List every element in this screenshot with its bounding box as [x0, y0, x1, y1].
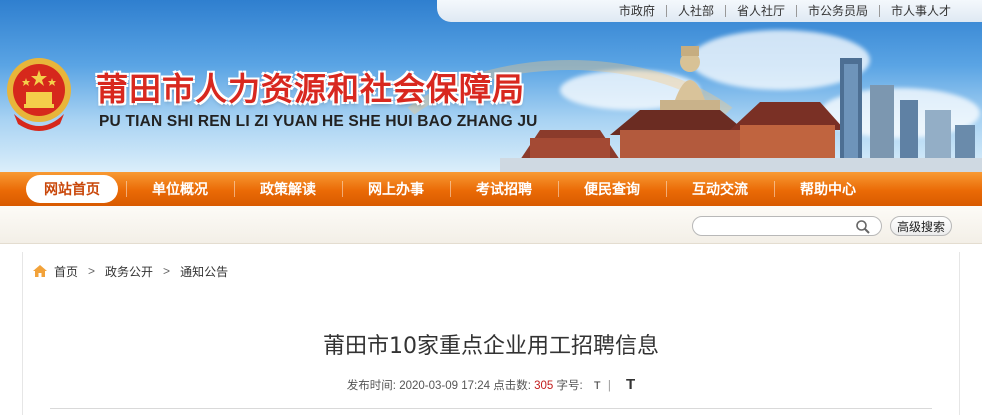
breadcrumb-government-affairs[interactable]: 政务公开	[105, 263, 153, 280]
top-link-province-department[interactable]: 省人社厅	[724, 5, 796, 17]
nav-item-interaction[interactable]: 互动交流	[666, 172, 774, 206]
national-emblem-icon	[7, 58, 71, 131]
site-title: 莆田市人力资源和社会保障局	[96, 70, 526, 108]
top-link-ministry[interactable]: 人社部	[665, 5, 725, 17]
nav-item-home[interactable]: 网站首页	[18, 172, 126, 215]
breadcrumb: 首页 > 政务公开 > 通知公告	[22, 256, 960, 286]
nav-item-policy[interactable]: 政策解读	[234, 172, 342, 206]
nav-item-help-center[interactable]: 帮助中心	[774, 172, 882, 206]
article-meta: 发布时间: 2020-03-09 17:24 点击数: 305 字号: T | …	[0, 376, 982, 393]
click-count-label: 点击数:	[493, 380, 531, 392]
breadcrumb-separator: >	[163, 264, 171, 278]
nav-item-exams-recruitment[interactable]: 考试招聘	[450, 172, 558, 206]
top-link-city-government[interactable]: 市政府	[608, 5, 666, 17]
nav-item-online-services[interactable]: 网上办事	[342, 172, 450, 206]
font-size-large-button[interactable]: T	[626, 376, 635, 393]
site-title-pinyin: PU TIAN SHI REN LI ZI YUAN HE SHE HUI BA…	[99, 113, 538, 130]
site-banner: 市政府 人社部 省人社厅 市公务员局 市人事人才 莆田市人力资源和社会保障局 P…	[0, 0, 982, 172]
top-link-personnel-talent[interactable]: 市人事人才	[878, 5, 962, 17]
breadcrumb-notices[interactable]: 通知公告	[180, 263, 228, 280]
article-title: 莆田市10家重点企业用工招聘信息	[323, 334, 659, 359]
font-size-separator: |	[607, 380, 611, 392]
search-input[interactable]	[692, 216, 882, 236]
click-count: 305	[534, 380, 554, 392]
publish-time-label: 发布时间:	[346, 380, 396, 392]
nav-item-unit-overview[interactable]: 单位概况	[126, 172, 234, 206]
font-size-small-button[interactable]: T	[594, 380, 601, 392]
divider	[50, 408, 932, 409]
search-icon[interactable]	[855, 219, 871, 235]
breadcrumb-home[interactable]: 首页	[54, 263, 78, 280]
publish-time: 2020-03-09 17:24	[399, 380, 490, 392]
city-skyline-illustration	[500, 46, 982, 172]
font-size-label: 字号:	[556, 380, 583, 392]
advanced-search-button[interactable]: 高级搜索	[890, 216, 952, 236]
breadcrumb-separator: >	[88, 264, 96, 278]
search-bar: 高级搜索	[0, 206, 982, 244]
top-links-bar: 市政府 人社部 省人社厅 市公务员局 市人事人才	[437, 0, 982, 22]
top-link-civil-service-bureau[interactable]: 市公务员局	[795, 5, 879, 17]
main-nav: 网站首页 单位概况 政策解读 网上办事 考试招聘 便民查询 互动交流 帮助中心	[0, 172, 982, 215]
nav-item-home-label: 网站首页	[26, 175, 118, 215]
nav-item-public-queries[interactable]: 便民查询	[558, 172, 666, 206]
home-icon	[33, 265, 47, 277]
